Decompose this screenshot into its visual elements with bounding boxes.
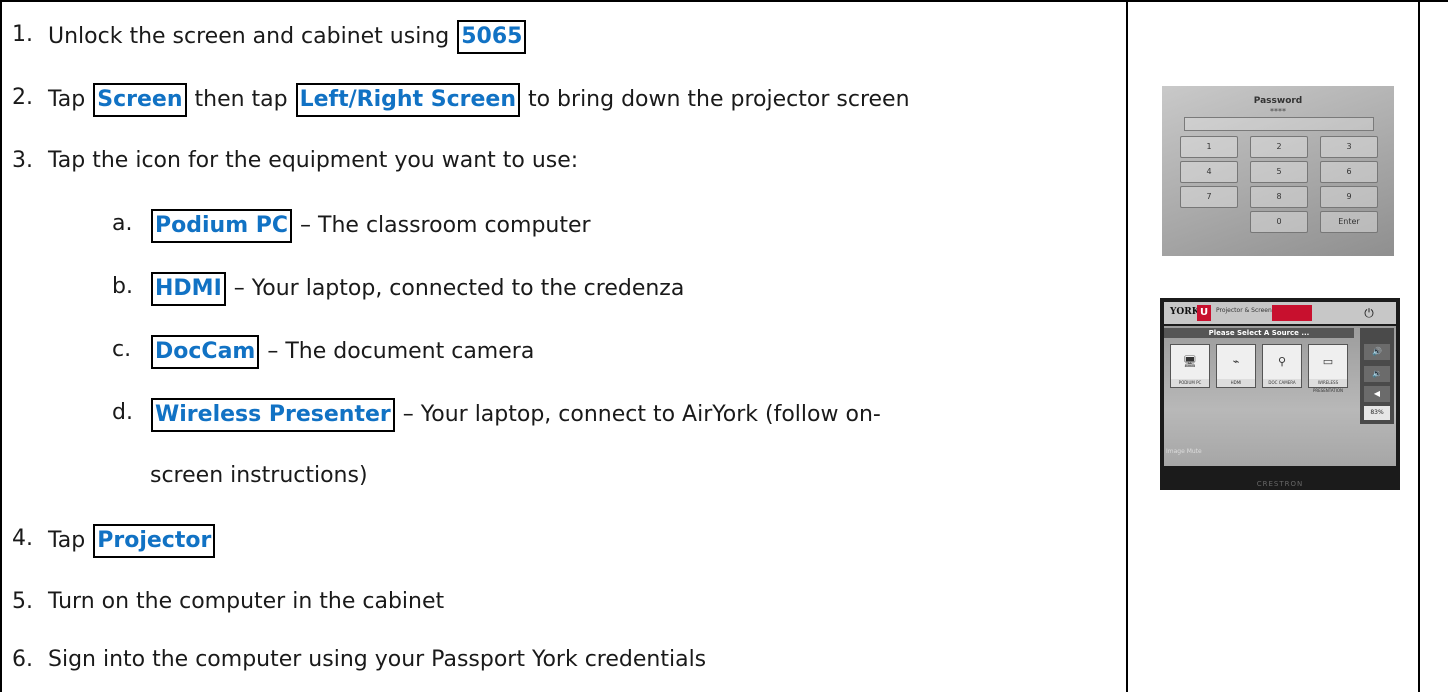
keypad-key: 8 <box>1250 186 1308 208</box>
panel-red-button <box>1272 305 1312 321</box>
power-icon: ⏻ <box>1364 306 1374 320</box>
keyword-wireless-presenter: Wireless Presenter <box>151 398 395 432</box>
step-text-pre: Tap <box>48 87 93 112</box>
volume-mute-icon: ◀ <box>1364 386 1390 402</box>
keypad-key: 2 <box>1250 136 1308 158</box>
substep-text: Podium PC – The classroom computer <box>150 209 591 243</box>
step-text-post: to bring down the projector screen <box>520 87 910 112</box>
substep-text: HDMI – Your laptop, connected to the cre… <box>150 272 684 306</box>
step-text: Unlock the screen and cabinet using 5065 <box>48 20 527 54</box>
keyword-hdmi: HDMI <box>151 272 226 306</box>
keypad-key: 1 <box>1180 136 1238 158</box>
step-text-mid: then tap <box>187 87 295 112</box>
keypad-password-label: Password <box>1253 96 1303 106</box>
york-u-logo: U <box>1197 305 1211 321</box>
volume-down-icon: 🔉 <box>1364 366 1390 382</box>
source-doc-camera-icon: ⚲ DOC CAMERA <box>1262 344 1302 388</box>
step-number: 1. <box>12 22 33 47</box>
images-column: Password **** 1 2 3 4 5 6 7 8 9 0 Enter … <box>1128 2 1418 692</box>
panel-select-title: Please Select A Source ... <box>1164 328 1354 338</box>
touch-panel-photo: YORK U Projector & Screens ⏻ Please Sele… <box>1160 298 1400 490</box>
step-text: Tap the icon for the equipment you want … <box>48 148 579 173</box>
substep-text: DocCam – The document camera <box>150 335 534 369</box>
step-text: Tap Projector <box>48 524 216 558</box>
source-caption: HDMI <box>1217 379 1255 387</box>
substep-text-post: – Your laptop, connected to the credenza <box>226 276 685 301</box>
substep-text-continued: screen instructions) <box>150 463 368 488</box>
volume-up-icon: 🔊 <box>1364 344 1390 360</box>
panel-header: YORK U Projector & Screens ⏻ <box>1164 302 1396 324</box>
step-text: Turn on the computer in the cabinet <box>48 589 445 614</box>
keypad-key: 0 <box>1250 211 1308 233</box>
keyword-screen: Screen <box>93 83 187 117</box>
keypad-key: 3 <box>1320 136 1378 158</box>
keyword-podium-pc: Podium PC <box>151 209 293 243</box>
keypad-key: 4 <box>1180 161 1238 183</box>
keyword-projector: Projector <box>93 524 216 558</box>
image-mute-label: Image Mute <box>1166 448 1202 455</box>
volume-percent: 83% <box>1364 406 1390 420</box>
keypad-key: 6 <box>1320 161 1378 183</box>
keypad-key: 7 <box>1180 186 1238 208</box>
keypad-password-field <box>1184 117 1374 131</box>
crestron-brand: CRESTRON <box>1256 480 1304 488</box>
panel-body: Please Select A Source ... 🖥 PODIUM PC ⌁ H… <box>1164 326 1396 466</box>
source-caption: PODIUM PC <box>1171 379 1209 387</box>
keypad-key: 5 <box>1250 161 1308 183</box>
step-text: Tap Screen then tap Left/Right Screen to… <box>48 83 910 117</box>
keypad-key: 9 <box>1320 186 1378 208</box>
substep-text: Wireless Presenter – Your laptop, connec… <box>150 398 881 432</box>
table-right-border <box>1418 0 1420 692</box>
source-podium-pc-icon: 🖥 PODIUM PC <box>1170 344 1210 388</box>
password-keypad-photo: Password **** 1 2 3 4 5 6 7 8 9 0 Enter <box>1162 86 1394 256</box>
panel-projector-tab: Projector & Screens <box>1216 307 1275 314</box>
step-text: Sign into the computer using your Passpo… <box>48 647 707 672</box>
keyword-left-right-screen: Left/Right Screen <box>295 83 520 117</box>
keyword-code: 5065 <box>457 20 527 54</box>
volume-panel: 🔊 🔉 ◀ 83% <box>1360 328 1394 424</box>
substep-text-post: – The document camera <box>260 339 535 364</box>
keyword-doccam: DocCam <box>151 335 260 369</box>
step-number: 2. <box>12 85 33 110</box>
step-number: 4. <box>12 526 33 551</box>
substep-letter: c. <box>112 337 132 362</box>
substep-text-post: – Your laptop, connect to AirYork (follo… <box>395 402 881 427</box>
step-number: 6. <box>12 647 33 672</box>
york-logo: YORK <box>1170 307 1200 317</box>
step-text-pre: Unlock the screen and cabinet using <box>48 24 457 49</box>
keypad-key-enter: Enter <box>1320 211 1378 233</box>
keypad-password-mask: **** <box>1270 107 1286 116</box>
source-caption: WIRELESS PRESENTATION <box>1309 379 1347 393</box>
step-number: 5. <box>12 589 33 614</box>
substep-letter: b. <box>112 274 133 299</box>
instruction-table: 1. Unlock the screen and cabinet using 5… <box>0 0 1448 692</box>
source-hdmi-icon: ⌁ HDMI <box>1216 344 1256 388</box>
step-number: 3. <box>12 148 33 173</box>
table-left-border <box>0 0 2 692</box>
substep-letter: d. <box>112 400 133 425</box>
source-caption: DOC CAMERA <box>1263 379 1301 387</box>
step-text-pre: Tap <box>48 528 93 553</box>
source-wireless-icon: ▭ WIRELESS PRESENTATION <box>1308 344 1348 393</box>
substep-letter: a. <box>112 211 133 236</box>
substep-text-post: – The classroom computer <box>293 213 591 238</box>
